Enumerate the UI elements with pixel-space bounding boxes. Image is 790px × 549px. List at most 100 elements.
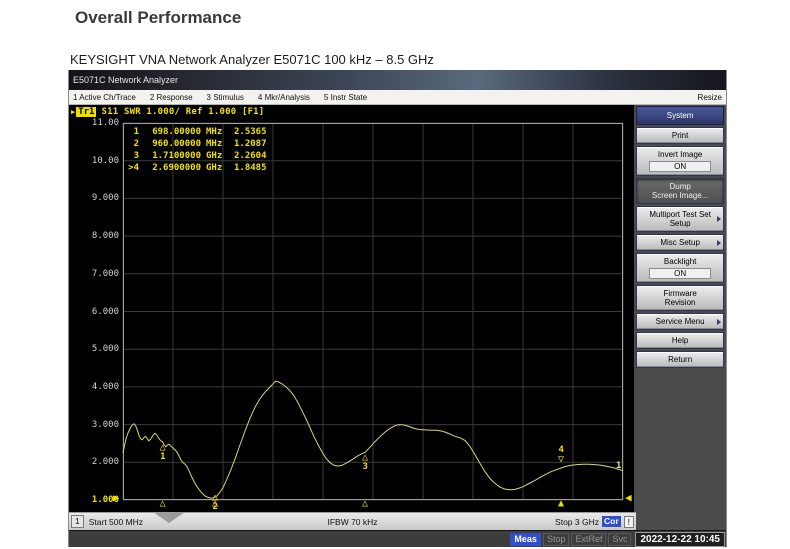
softkey-sidebar: System Print Invert Image ON DumpScreen Imag… <box>634 105 726 512</box>
datetime-display: 2022-12-22 10:45 <box>635 532 725 547</box>
trace1-format: S11 SWR 1.000/ Ref 1.000 [F1] <box>101 107 264 117</box>
y-axis-label: 8.000 <box>71 231 119 241</box>
marker-swr-value: 1.8485 <box>234 162 267 174</box>
correction-badge: Cor <box>602 516 621 527</box>
warning-badge: ! <box>624 516 634 528</box>
y-axis-label: 1.000 <box>71 495 119 505</box>
softkey-label: Screen Image... <box>638 191 722 200</box>
marker-3-stimulus-icon[interactable]: △ <box>362 499 368 509</box>
softkey-label: Firmware <box>638 289 722 298</box>
marker-table-row: 2 960.00000 MHz 1.2087 <box>125 138 267 150</box>
marker-table-row: 1 698.00000 MHz 2.5365 <box>125 126 267 138</box>
ref-level-pointer-right-icon: ◀ <box>625 493 632 503</box>
submenu-arrow-icon <box>717 216 721 222</box>
marker-number: 3 <box>125 150 139 162</box>
channel-number: 1 <box>71 515 84 528</box>
softkey-service-menu[interactable]: Service Menu <box>636 313 724 330</box>
softkey-label: Setup <box>638 219 722 228</box>
softkey-state-value: ON <box>649 268 711 279</box>
submenu-arrow-icon <box>717 240 721 246</box>
marker-4-icon[interactable]: ▽ <box>558 455 564 465</box>
menu-resize[interactable]: Resize <box>698 93 722 102</box>
menu-bar: 1 Active Ch/Trace 2 Response 3 Stimulus 4 M… <box>69 90 726 105</box>
y-axis-label: 4.000 <box>71 382 119 392</box>
swr-grid-and-trace <box>123 123 623 500</box>
softkey-label: Misc Setup <box>638 238 722 247</box>
start-frequency: Start 500 MHz <box>89 517 143 527</box>
menu-item-2[interactable]: 2 Response <box>150 93 193 102</box>
marker-1-label[interactable]: 1 <box>160 453 165 462</box>
softkey-multiport-test-set-setup[interactable]: Multiport Test SetSetup <box>636 206 724 232</box>
marker-frequency-unit: MHz <box>206 126 230 138</box>
softkey-label: Invert Image <box>638 150 722 159</box>
softkey-dump-screen-image[interactable]: DumpScreen Image... <box>636 178 724 204</box>
softkey-label: Service Menu <box>638 317 722 326</box>
softkey-label: Help <box>638 336 722 345</box>
menu-item-4[interactable]: 4 Mkr/Analysis <box>258 93 310 102</box>
y-axis-label: 10.00 <box>71 156 119 166</box>
ifbw-value: IFBW 70 kHz <box>327 517 377 527</box>
ref-level-pointer-left-icon: ▶ <box>113 494 119 504</box>
y-axis-label: 9.000 <box>71 193 119 203</box>
softkey-label: System <box>638 111 722 120</box>
submenu-arrow-icon <box>717 319 721 325</box>
y-axis-label: 7.000 <box>71 269 119 279</box>
menu-item-5[interactable]: 5 Instr State <box>324 93 367 102</box>
softkey-invert-image[interactable]: Invert Image ON <box>636 146 724 176</box>
stop-status-badge: Stop <box>543 533 570 546</box>
softkey-help[interactable]: Help <box>636 332 724 349</box>
softkey-backlight[interactable]: Backlight ON <box>636 253 724 283</box>
trace1-badge[interactable]: Tr1 <box>76 107 96 117</box>
softkey-label: Multiport Test Set <box>638 210 722 219</box>
marker-frequency: 698.00000 <box>143 126 201 138</box>
marker-number: 1 <box>125 126 139 138</box>
marker-number: >4 <box>125 162 139 174</box>
svc-status-badge: Svc <box>608 533 631 546</box>
marker-frequency: 1.7100000 <box>143 150 201 162</box>
softkey-label: Revision <box>638 298 722 307</box>
softkey-state-value: ON <box>649 161 711 172</box>
softkey-label: Backlight <box>638 257 722 266</box>
y-axis-label: 6.000 <box>71 307 119 317</box>
softkey-return[interactable]: Return <box>636 351 724 368</box>
marker-3-label[interactable]: 3 <box>363 463 368 472</box>
softkey-label: Print <box>638 131 722 140</box>
trace-number-label: 1 <box>616 461 621 471</box>
softkey-firmware-revision[interactable]: FirmwareRevision <box>636 285 724 311</box>
marker-swr-value: 1.2087 <box>234 138 267 150</box>
softkey-misc-setup[interactable]: Misc Setup <box>636 234 724 251</box>
window-titlebar[interactable]: E5071C Network Analyzer <box>69 70 726 90</box>
instrument-status-bar: Meas Stop ExtRef Svc 2022-12-22 10:45 <box>69 530 726 547</box>
page-title: Overall Performance <box>75 8 241 28</box>
y-axis-label: 11.00 <box>71 118 119 128</box>
menu-item-1[interactable]: 1 Active Ch/Trace <box>73 93 136 102</box>
marker-swr-value: 2.5365 <box>234 126 267 138</box>
marker-2-stimulus-icon[interactable]: △ <box>212 499 218 509</box>
swr-plot: △1△△2△△3△4▽▲1 <box>123 123 623 500</box>
marker-frequency: 960.00000 <box>143 138 201 150</box>
softkey-print[interactable]: Print <box>636 127 724 144</box>
marker-1-stimulus-icon[interactable]: △ <box>160 499 166 509</box>
vna-screen: ▶ Tr1 S11 SWR 1.000/ Ref 1.000 [F1] △1△△… <box>69 105 634 512</box>
y-axis-label: 2.000 <box>71 457 119 467</box>
active-trace-pointer-icon: ▶ <box>71 108 75 116</box>
menu-item-3[interactable]: 3 Stimulus <box>207 93 244 102</box>
marker-number: 2 <box>125 138 139 150</box>
y-axis-label: 3.000 <box>71 420 119 430</box>
marker-swr-value: 2.2604 <box>234 150 267 162</box>
vna-window: E5071C Network Analyzer 1 Active Ch/Trac… <box>68 70 727 547</box>
marker-frequency-unit: GHz <box>206 162 230 174</box>
softkey-system[interactable]: System <box>636 106 724 125</box>
marker-frequency: 2.6900000 <box>143 162 201 174</box>
marker-table-row: 31.7100000GHz2.2604 <box>125 150 267 162</box>
softkey-label: Return <box>638 355 722 364</box>
page-subtitle: KEYSIGHT VNA Network Analyzer E5071C 100… <box>70 52 434 67</box>
trace-header: ▶ Tr1 S11 SWR 1.000/ Ref 1.000 [F1] <box>71 107 264 117</box>
softkey-label: Dump <box>638 182 722 191</box>
stop-frequency: Stop 3 GHz <box>555 517 599 527</box>
marker-4-stimulus-icon[interactable]: ▲ <box>558 499 564 509</box>
sidebar-filler <box>636 512 726 530</box>
marker-frequency-unit: MHz <box>206 138 230 150</box>
y-axis-label: 5.000 <box>71 344 119 354</box>
window-title: E5071C Network Analyzer <box>73 75 178 85</box>
